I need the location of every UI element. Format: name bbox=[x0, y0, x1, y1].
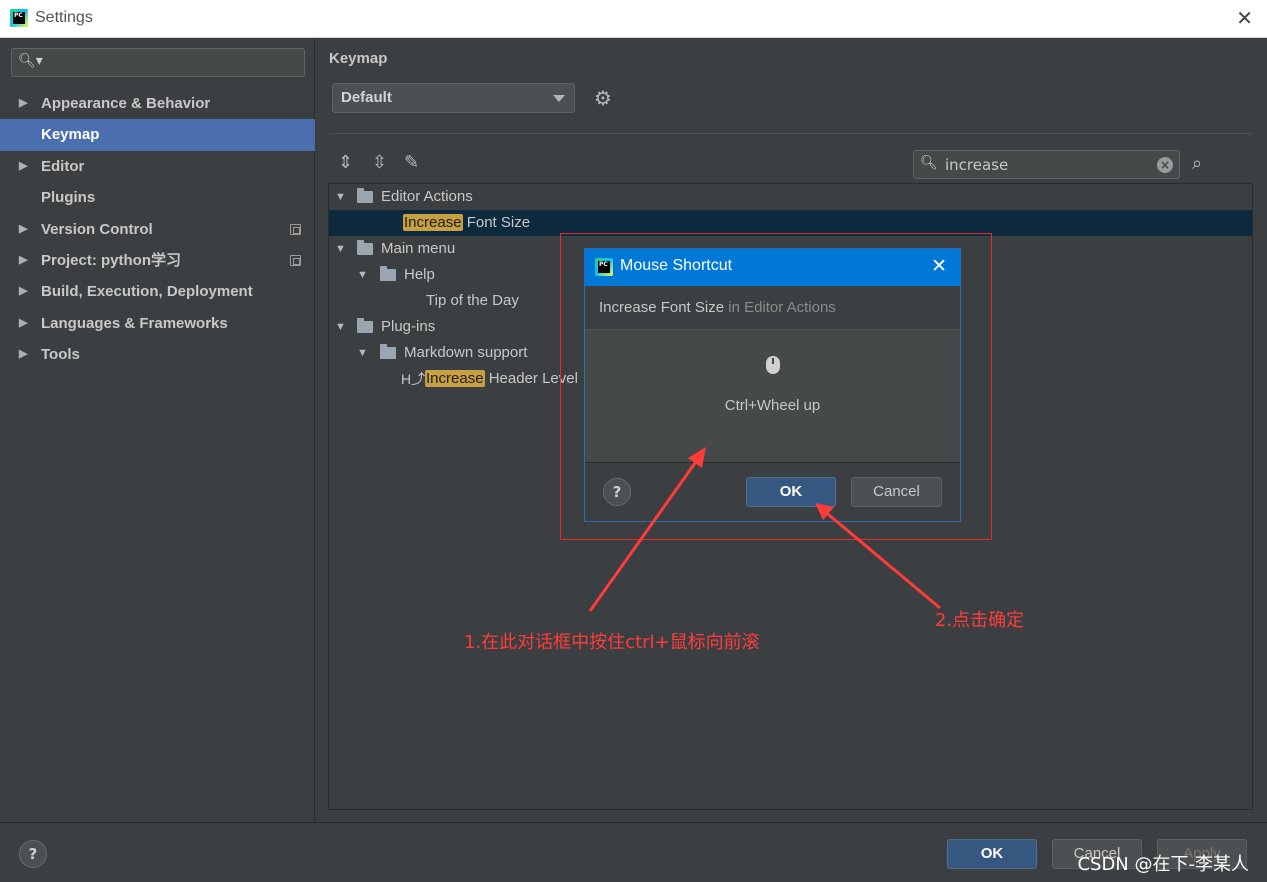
search-match-highlight: Increase bbox=[425, 370, 485, 387]
close-icon[interactable]: ✕ bbox=[1236, 6, 1253, 30]
keymap-search-input[interactable]: 🔍︎ increase × bbox=[913, 150, 1180, 179]
tree-node-label: Main menu bbox=[381, 240, 456, 257]
shortcut-text: Ctrl+Wheel up bbox=[724, 397, 821, 414]
sidebar-search-input[interactable]: 🔍︎▾ bbox=[11, 48, 305, 77]
project-settings-icon bbox=[290, 254, 301, 266]
dialog-action-info: Increase Font Size in Editor Actions bbox=[585, 286, 960, 330]
window-title: Settings bbox=[35, 9, 93, 26]
sidebar-item-editor[interactable]: ▶ Editor bbox=[0, 151, 315, 182]
tree-node-label: Plug-ins bbox=[381, 318, 436, 335]
sidebar-item-project[interactable]: ▶ Project: python学习 bbox=[0, 245, 315, 276]
expand-arrow-icon: ▶ bbox=[19, 159, 28, 172]
dialog-title: Mouse Shortcut bbox=[620, 257, 733, 274]
sidebar-item-label: Tools bbox=[41, 346, 80, 364]
expand-all-icon[interactable]: ⇕ bbox=[338, 152, 353, 173]
tree-node-label-rest: Font Size bbox=[462, 214, 531, 231]
sidebar-item-label: Version Control bbox=[41, 220, 153, 238]
collapse-arrow-icon: ▼ bbox=[335, 321, 346, 333]
dialog-titlebar: PC Mouse Shortcut ✕ bbox=[585, 249, 960, 286]
tree-node-label: Increase Header Level bbox=[425, 366, 578, 392]
expand-arrow-icon: ▶ bbox=[19, 97, 28, 109]
pycharm-logo-icon: PC bbox=[595, 258, 613, 276]
mouse-shortcut-dialog: PC Mouse Shortcut ✕ Increase Font Size i… bbox=[584, 248, 961, 522]
tree-node-label: Tip of the Day bbox=[426, 292, 519, 309]
sidebar-item-label: Editor bbox=[41, 157, 85, 175]
sidebar-item-build-execution-deployment[interactable]: ▶ Build, Execution, Deployment bbox=[0, 276, 315, 307]
tree-node-label: Increase Font Size bbox=[403, 210, 530, 236]
collapse-arrow-icon: ▼ bbox=[335, 243, 346, 255]
keymap-select-value: Default bbox=[341, 89, 392, 106]
clear-search-icon[interactable]: × bbox=[1157, 157, 1173, 173]
annotation-step2: 2.点击确定 bbox=[935, 610, 1025, 631]
tree-node-editor-actions[interactable]: ▼ Editor Actions bbox=[329, 184, 1252, 210]
keymap-select[interactable]: Default bbox=[332, 83, 575, 113]
tree-node-label: Help bbox=[404, 266, 435, 283]
folder-icon bbox=[380, 266, 396, 281]
settings-sidebar: 🔍︎▾ ▶ Appearance & Behavior Keymap ▶ Edi… bbox=[0, 38, 315, 822]
window-titlebar: PC Settings ✕ bbox=[0, 0, 1267, 38]
folder-icon bbox=[357, 318, 373, 333]
search-icon: 🔍︎ bbox=[920, 155, 938, 171]
tree-node-label: Markdown support bbox=[404, 344, 528, 361]
folder-icon bbox=[380, 344, 396, 359]
sidebar-item-version-control[interactable]: ▶ Version Control bbox=[0, 214, 315, 245]
sidebar-item-tools[interactable]: ▶ Tools bbox=[0, 339, 315, 370]
search-input-value: increase bbox=[945, 156, 1009, 174]
dialog-help-button[interactable]: ? bbox=[603, 478, 631, 506]
collapse-arrow-icon: ▼ bbox=[357, 269, 368, 281]
expand-arrow-icon: ▶ bbox=[19, 222, 28, 235]
sidebar-item-languages-frameworks[interactable]: ▶ Languages & Frameworks bbox=[0, 308, 315, 339]
pycharm-logo-icon: PC bbox=[10, 9, 28, 27]
expand-arrow-icon: ▶ bbox=[19, 253, 28, 266]
watermark: CSDN @在下-李某人 bbox=[1077, 854, 1249, 875]
action-context: in Editor Actions bbox=[724, 299, 836, 316]
dialog-action-text: Increase Font Size in Editor Actions bbox=[599, 299, 836, 316]
find-by-shortcut-icon[interactable]: ⌕ bbox=[1192, 153, 1202, 174]
editor-actions-icon bbox=[357, 188, 373, 203]
sidebar-item-label: Build, Execution, Deployment bbox=[41, 283, 253, 301]
divider bbox=[329, 133, 1253, 134]
sidebar-item-label: Plugins bbox=[41, 189, 96, 207]
sidebar-list: ▶ Appearance & Behavior Keymap ▶ Editor … bbox=[0, 88, 315, 371]
collapse-all-icon[interactable]: ⇳ bbox=[372, 152, 387, 173]
gear-icon[interactable]: ⚙ bbox=[594, 86, 612, 110]
collapse-arrow-icon: ▼ bbox=[335, 191, 346, 203]
action-name: Increase Font Size bbox=[599, 299, 725, 316]
sidebar-item-appearance-behavior[interactable]: ▶ Appearance & Behavior bbox=[0, 88, 315, 119]
collapse-arrow-icon: ▼ bbox=[357, 347, 368, 359]
dialog-footer: ? OK Cancel Apply CSDN @在下-李某人 bbox=[0, 822, 1267, 882]
search-icon: 🔍︎▾ bbox=[18, 53, 43, 69]
expand-arrow-icon: ▶ bbox=[19, 348, 28, 361]
annotation-step1: 1.在此对话框中按住ctrl+鼠标向前滚 bbox=[464, 632, 760, 653]
edit-pencil-icon[interactable]: ✎ bbox=[404, 152, 419, 173]
sidebar-item-label: Keymap bbox=[41, 126, 100, 144]
expand-arrow-icon: ▶ bbox=[19, 285, 28, 298]
project-settings-icon bbox=[290, 223, 301, 235]
search-match-highlight: Increase bbox=[403, 214, 463, 231]
mouse-icon bbox=[766, 356, 780, 374]
main-menu-icon bbox=[357, 240, 373, 255]
close-icon[interactable]: ✕ bbox=[931, 255, 947, 277]
shortcut-capture-area[interactable]: Ctrl+Wheel up bbox=[585, 330, 960, 463]
sidebar-item-label: Languages & Frameworks bbox=[41, 314, 228, 332]
expand-arrow-icon: ▶ bbox=[19, 316, 28, 329]
help-button[interactable]: ? bbox=[19, 840, 47, 868]
ok-button[interactable]: OK bbox=[947, 839, 1037, 869]
tree-node-label: Editor Actions bbox=[381, 188, 473, 205]
chevron-down-icon bbox=[553, 95, 565, 102]
page-title: Keymap bbox=[329, 50, 388, 67]
header-level-icon: H⤴ bbox=[401, 371, 426, 387]
sidebar-item-label: Appearance & Behavior bbox=[41, 95, 211, 112]
sidebar-item-plugins[interactable]: Plugins bbox=[0, 182, 315, 213]
dialog-ok-button[interactable]: OK bbox=[746, 477, 836, 507]
dialog-cancel-button[interactable]: Cancel bbox=[851, 477, 942, 507]
sidebar-item-keymap[interactable]: Keymap bbox=[0, 119, 315, 151]
sidebar-item-label: Project: python学习 bbox=[41, 251, 182, 269]
